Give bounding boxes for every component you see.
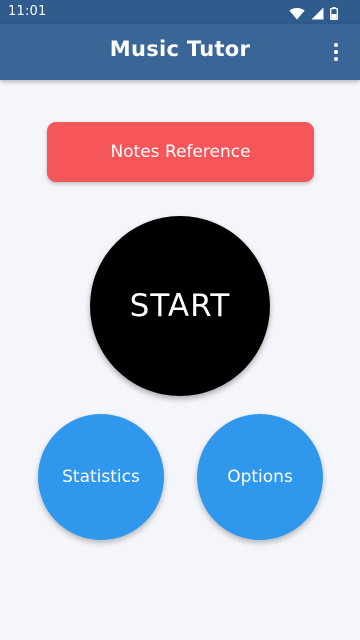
- signal-icon: [311, 5, 324, 24]
- options-button[interactable]: Options: [197, 414, 323, 540]
- status-time: 11:01: [8, 4, 47, 19]
- battery-icon: [330, 5, 338, 24]
- start-button[interactable]: START: [90, 216, 270, 396]
- app-bar: Music Tutor: [0, 24, 360, 80]
- more-vert-icon[interactable]: [324, 40, 348, 64]
- status-bar: 11:01: [0, 0, 360, 24]
- statistics-button[interactable]: Statistics: [38, 414, 164, 540]
- wifi-icon: [289, 5, 305, 24]
- notes-reference-button[interactable]: Notes Reference: [47, 122, 314, 182]
- status-icons: [289, 5, 338, 24]
- app-title: Music Tutor: [109, 37, 251, 61]
